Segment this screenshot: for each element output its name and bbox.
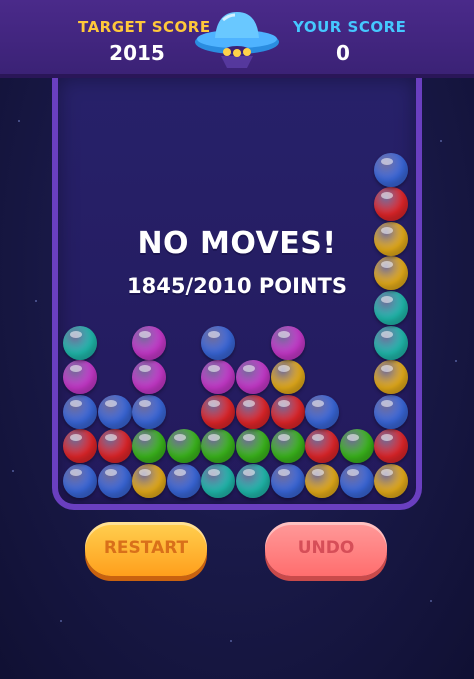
points-text: 1845/2010 POINTS [127,274,347,298]
your-score-value: 0 [336,41,350,65]
magenta-ball[interactable] [132,325,167,360]
yellow-ball[interactable] [305,464,340,498]
yellow-ball[interactable] [132,464,167,498]
star [440,140,442,142]
your-score-label: YOUR SCORE [293,18,407,36]
magenta-ball[interactable] [63,360,97,395]
star [18,120,20,122]
blue-ball[interactable] [63,464,97,498]
green-ball[interactable] [270,429,305,464]
blue-ball[interactable] [270,464,305,498]
teal-ball[interactable] [374,325,409,360]
red-ball[interactable] [97,429,132,464]
target-score-value: 2015 [109,41,165,65]
teal-ball[interactable] [63,325,97,360]
star [35,300,37,302]
blue-ball[interactable] [374,394,409,429]
yellow-ball[interactable] [270,360,305,395]
restart-button[interactable]: RESTART [85,522,207,576]
star [430,600,432,602]
blue-ball[interactable] [97,464,132,498]
ufo-icon [195,12,279,68]
red-ball[interactable] [236,394,270,429]
blue-ball[interactable] [132,394,167,429]
red-ball[interactable] [270,394,305,429]
undo-button[interactable]: UNDO [265,522,387,576]
blue-ball[interactable] [305,394,340,429]
magenta-ball[interactable] [270,325,305,360]
red-ball[interactable] [201,394,236,429]
green-ball[interactable] [166,429,201,464]
star [12,470,14,472]
star [60,620,62,622]
blue-ball[interactable] [97,394,132,429]
blue-ball[interactable] [166,464,201,498]
teal-ball[interactable] [236,464,270,498]
green-ball[interactable] [339,429,374,464]
blue-ball[interactable] [201,325,236,360]
magenta-ball[interactable] [236,360,270,395]
top-bar: TARGET SCORE 2015 YOUR SCORE 0 [0,0,474,78]
target-score-label: TARGET SCORE [78,18,211,36]
blue-ball[interactable] [374,152,409,187]
blue-ball[interactable] [63,394,97,429]
star [455,360,457,362]
no-moves-title: NO MOVES! [137,226,337,261]
star [230,640,232,642]
blue-ball[interactable] [339,464,374,498]
